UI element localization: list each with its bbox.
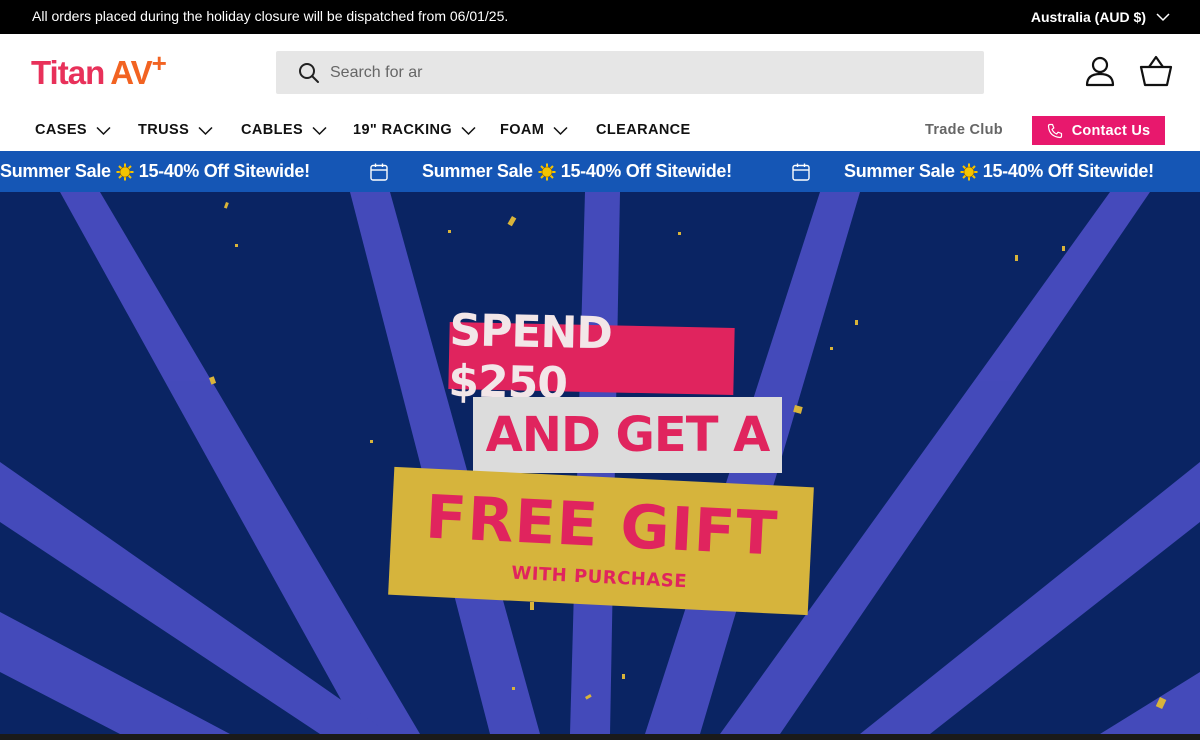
phone-icon [1047,123,1062,138]
calendar-icon [370,163,388,181]
nav-item-cases[interactable]: CASES [35,110,111,150]
nav-item-truss[interactable]: TRUSS [138,110,213,150]
marquee-item: Summer Sale 15-40% Off Sitewide! [844,151,1154,192]
marquee-text-left: Summer Sale [844,161,955,181]
marquee-text-right: 15-40% Off Sitewide! [982,161,1154,181]
announcement-bar: All orders placed during the holiday clo… [0,0,1200,34]
bottom-strip [0,734,1200,740]
marquee-text-right: 15-40% Off Sitewide! [560,161,732,181]
nav-item-racking[interactable]: 19" RACKING [353,110,476,150]
search-input[interactable] [330,52,930,93]
nav-item-clearance[interactable]: CLEARANCE [596,110,691,150]
trade-club-link[interactable]: Trade Club [925,110,1003,150]
chevron-down-icon [198,126,213,135]
marquee-text-right: 15-40% Off Sitewide! [138,161,310,181]
sun-icon [116,163,134,180]
chevron-down-icon [312,126,327,135]
nav-item-label: CLEARANCE [596,122,691,138]
marquee-text-left: Summer Sale [0,161,111,181]
chevron-down-icon [461,126,476,135]
marquee-item: Summer Sale 15-40% Off Sitewide! [0,151,310,192]
hero-and-get-label: AND GET A [473,397,782,473]
nav-item-cables[interactable]: CABLES [241,110,327,150]
logo-titan-text: Titan [31,54,105,91]
hero-free-gift-label: FREE GIFT WITH PURCHASE [388,466,814,616]
chevron-down-icon [553,126,568,135]
contact-us-button[interactable]: Contact Us [1032,116,1165,145]
sale-marquee: Summer Sale 15-40% Off Sitewide! Summer … [0,151,1200,192]
nav-item-label: CASES [35,122,87,138]
sun-icon [538,163,556,180]
cart-icon[interactable] [1139,55,1173,87]
nav-item-foam[interactable]: FOAM [500,110,568,150]
hero-spend-label: SPEND $250 [448,305,735,409]
nav-item-label: TRUSS [138,122,190,138]
chevron-down-icon [96,126,111,135]
logo-plus-text: + [151,48,167,78]
nav-item-label: FOAM [500,122,545,138]
search-bar[interactable] [276,51,984,94]
announcement-text: All orders placed during the holiday clo… [32,8,509,24]
country-selector[interactable]: Australia (AUD $) [1031,0,1170,34]
logo-av-text: AV [110,54,152,91]
hero-line-3: FREE GIFT [423,482,780,570]
hero-banner[interactable]: SPEND $250 AND GET A FREE GIFT WITH PURC… [0,192,1200,734]
site-header: Titan AV + [0,34,1200,110]
hero-line-2: AND GET A [485,407,771,463]
calendar-icon [792,163,810,181]
site-logo[interactable]: Titan AV + [31,48,167,94]
contact-us-label: Contact Us [1071,122,1151,139]
nav-item-label: 19" RACKING [353,122,453,138]
marquee-text-left: Summer Sale [422,161,533,181]
chevron-down-icon [1156,13,1170,22]
marquee-item: Summer Sale 15-40% Off Sitewide! [422,151,732,192]
search-icon [299,62,319,83]
country-label: Australia (AUD $) [1030,9,1146,25]
main-nav: CASES TRUSS CABLES 19" RACKING FOAM CLEA… [0,110,1200,151]
sun-icon [960,163,978,180]
account-icon[interactable] [1084,55,1116,87]
nav-item-label: CABLES [241,122,304,138]
